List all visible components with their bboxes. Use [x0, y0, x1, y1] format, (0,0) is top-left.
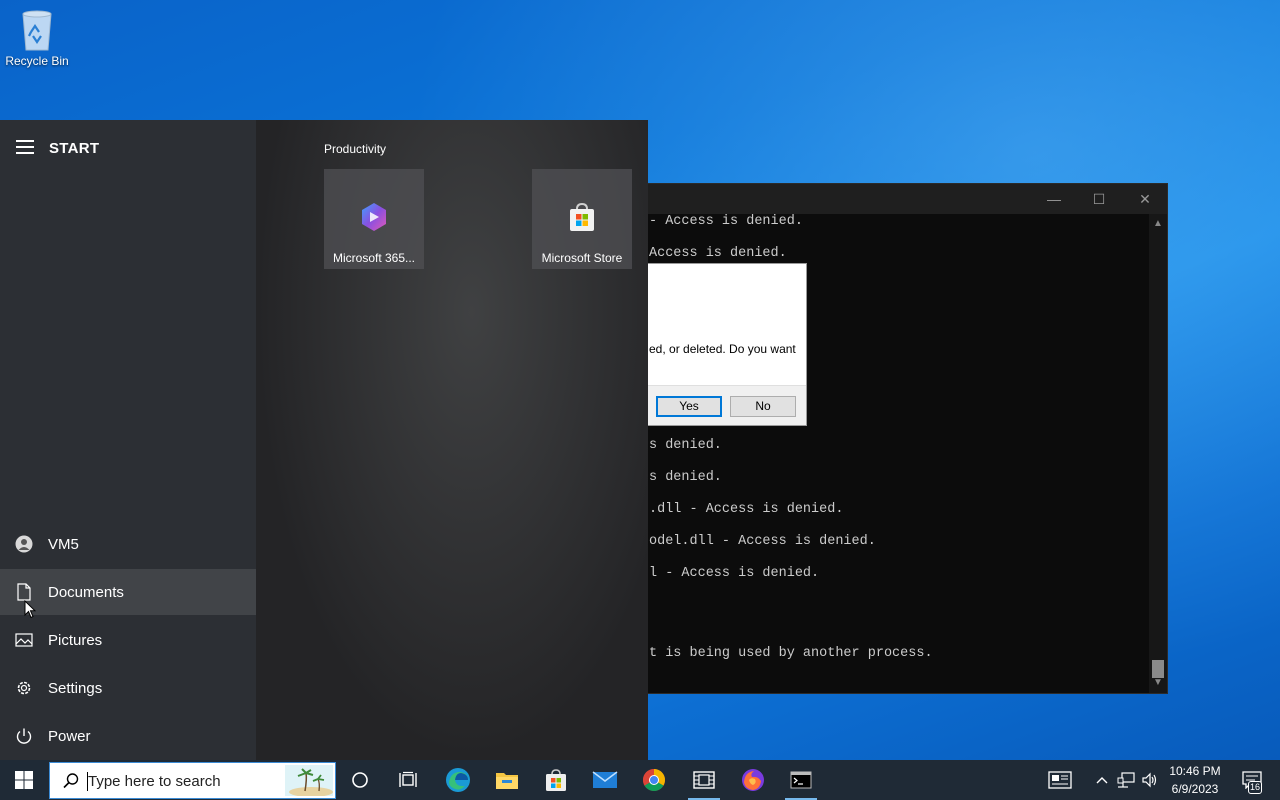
- desktop-icon-recycle-bin[interactable]: Recycle Bin: [4, 6, 70, 68]
- dialog-message: ed, or deleted. Do you want: [649, 342, 796, 356]
- task-view-button[interactable]: [384, 760, 432, 800]
- rail-item-documents[interactable]: Documents: [0, 569, 256, 615]
- recycle-bin-icon: [15, 6, 59, 52]
- news-widget-button[interactable]: [1036, 760, 1084, 800]
- command-prompt-window[interactable]: — ☐ ✕ - Access is denied. Access is deni…: [640, 183, 1168, 694]
- action-center-button[interactable]: [1232, 760, 1272, 800]
- firefox-icon: [742, 769, 764, 791]
- power-icon: [0, 727, 48, 745]
- rail-item-settings[interactable]: Settings: [0, 665, 256, 711]
- search-highlight-image: [285, 765, 333, 797]
- mail-icon: [592, 771, 618, 788]
- start-rail: [0, 120, 256, 760]
- console-line: odel.dll - Access is denied.: [649, 534, 876, 549]
- rail-item-label: Power: [48, 727, 91, 745]
- search-icon: [62, 772, 80, 795]
- store-icon: [546, 769, 566, 791]
- mouse-cursor-icon: [24, 599, 37, 624]
- taskbar-app-firefox[interactable]: [729, 760, 777, 800]
- console-line: s denied.: [649, 470, 722, 485]
- folder-icon: [496, 773, 518, 789]
- cortana-button[interactable]: [336, 760, 384, 800]
- windows-logo-icon: [15, 771, 33, 789]
- terminal-icon: [790, 771, 812, 789]
- microsoft-365-icon: [358, 201, 390, 233]
- document-icon: [0, 583, 48, 601]
- tile-label: Microsoft Store: [541, 251, 623, 265]
- scroll-down-icon[interactable]: ▼: [1149, 675, 1167, 691]
- tile-microsoft-365[interactable]: Microsoft 365...: [324, 169, 424, 269]
- rail-item-pictures[interactable]: Pictures: [0, 617, 256, 663]
- console-line: .dll - Access is denied.: [649, 502, 844, 517]
- edge-icon: [446, 768, 470, 792]
- cortana-icon: [352, 772, 368, 788]
- network-icon: [1117, 772, 1135, 788]
- rail-item-user[interactable]: VM5: [0, 521, 256, 567]
- minimize-button[interactable]: —: [1031, 184, 1077, 214]
- notification-count-badge: 16: [1248, 781, 1262, 794]
- scroll-up-icon[interactable]: ▲: [1149, 216, 1167, 232]
- taskbar-app-file-explorer[interactable]: [483, 760, 531, 800]
- rail-item-label: Pictures: [48, 631, 103, 649]
- taskbar-app-chrome[interactable]: [630, 760, 678, 800]
- no-button[interactable]: No: [730, 396, 796, 417]
- clock-time[interactable]: 10:46 PM: [1162, 764, 1228, 778]
- rail-item-power[interactable]: Power: [0, 713, 256, 759]
- yes-button[interactable]: Yes: [656, 396, 722, 417]
- console-line: l - Access is denied.: [649, 566, 820, 581]
- network-button[interactable]: [1114, 760, 1138, 800]
- dialog-button-bar: Yes No: [647, 385, 806, 425]
- rail-item-label: Documents: [48, 583, 124, 601]
- start-menu[interactable]: START Productivity Microsoft 365... Micr…: [0, 120, 648, 760]
- tile-label: Microsoft 365...: [332, 251, 416, 265]
- close-button[interactable]: ✕: [1122, 184, 1168, 214]
- taskbar-app-command-prompt[interactable]: [777, 760, 825, 800]
- taskbar-app-store[interactable]: [532, 760, 580, 800]
- taskbar: Type here to search 10:46 PM 6/9/2023: [0, 760, 1280, 800]
- microsoft-store-icon: [566, 201, 598, 233]
- task-view-icon: [399, 771, 417, 787]
- console-scrollbar[interactable]: ▲ ▼: [1149, 214, 1167, 693]
- gear-icon: [0, 679, 48, 697]
- pictures-icon: [0, 632, 48, 648]
- taskbar-app-media[interactable]: [680, 760, 728, 800]
- start-title: START: [49, 140, 100, 157]
- rail-item-label: Settings: [48, 679, 103, 697]
- chrome-icon: [643, 769, 665, 791]
- console-line: Access is denied.: [649, 246, 787, 261]
- speaker-icon: [1142, 772, 1157, 788]
- search-box[interactable]: Type here to search: [49, 762, 336, 799]
- search-input[interactable]: Type here to search: [88, 773, 221, 790]
- console-line: s denied.: [649, 438, 722, 453]
- tile-group-title: Productivity: [324, 142, 387, 156]
- volume-button[interactable]: [1138, 760, 1162, 800]
- window-titlebar[interactable]: — ☐ ✕: [641, 184, 1167, 214]
- hamburger-menu-icon[interactable]: [16, 140, 34, 156]
- confirmation-dialog[interactable]: ed, or deleted. Do you want Yes No: [646, 263, 807, 426]
- start-button[interactable]: [0, 760, 48, 800]
- tile-microsoft-store[interactable]: Microsoft Store: [532, 169, 632, 269]
- console-line: t is being used by another process.: [649, 646, 933, 661]
- film-icon: [693, 771, 715, 789]
- taskbar-app-edge[interactable]: [434, 760, 482, 800]
- news-icon: [1048, 771, 1072, 789]
- show-hidden-icons-button[interactable]: [1090, 760, 1114, 800]
- console-line: - Access is denied.: [649, 214, 803, 229]
- clock-date[interactable]: 6/9/2023: [1162, 782, 1228, 796]
- maximize-button[interactable]: ☐: [1076, 184, 1122, 214]
- rail-item-label: VM5: [48, 535, 79, 553]
- desktop-icon-label: Recycle Bin: [5, 54, 69, 68]
- chevron-up-icon: [1096, 777, 1108, 784]
- taskbar-app-mail[interactable]: [581, 760, 629, 800]
- user-icon: [0, 535, 48, 553]
